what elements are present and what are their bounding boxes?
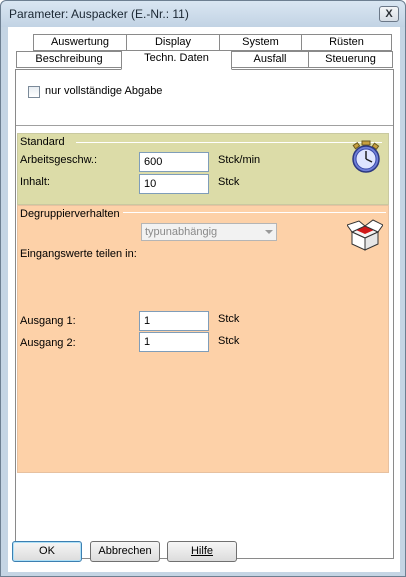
tab-display[interactable]: Display — [126, 34, 220, 51]
tab-label: Ausfall — [253, 53, 287, 65]
tab-label: Rüsten — [329, 36, 364, 48]
tab-label: System — [242, 36, 279, 48]
tab-ruesten[interactable]: Rüsten — [301, 34, 392, 51]
arbeitsgeschw-input[interactable]: 600 — [139, 152, 209, 172]
ausgang1-unit: Stck — [218, 313, 240, 325]
arbeitsgeschw-unit: Stck/min — [218, 154, 261, 166]
arbeitsgeschw-label: Arbeitsgeschw.: — [20, 154, 98, 166]
open-box-icon — [347, 219, 383, 251]
eingangswerte-label: Eingangswerte teilen in: — [20, 248, 137, 260]
ausgang2-input[interactable]: 1 — [139, 332, 209, 352]
nur-vollstaendige-abgabe-checkbox[interactable] — [28, 86, 40, 98]
tab-label: Steuerung — [325, 53, 376, 65]
group-degruppierverhalten: Degruppierverhalten Eingangswerte teilen… — [17, 205, 389, 473]
group-standard-title: Standard — [20, 136, 65, 148]
close-button[interactable]: X — [379, 6, 399, 22]
ausgang2-unit: Stck — [218, 335, 240, 347]
dialog-client-area: Auswertung Display System Rüsten Beschre… — [8, 27, 400, 572]
degruppier-mode-select[interactable]: typunabhängig — [141, 223, 277, 241]
dialog-window: Parameter: Auspacker (E.-Nr.: 11) X Ausw… — [0, 0, 406, 577]
divider — [16, 125, 393, 127]
tab-label: Techn. Daten — [144, 52, 209, 64]
hilfe-button-label: Hilfe — [190, 545, 213, 557]
tab-beschreibung[interactable]: Beschreibung — [16, 51, 122, 68]
ok-button[interactable]: OK — [12, 541, 82, 562]
tab-label: Display — [154, 36, 192, 48]
window-title: Parameter: Auspacker (E.-Nr.: 11) — [9, 7, 189, 21]
ausgang2-label: Ausgang 2: — [20, 337, 76, 349]
tab-techn-daten[interactable]: Techn. Daten — [121, 50, 232, 70]
inhalt-input[interactable]: 10 — [139, 174, 209, 194]
tab-ausfall[interactable]: Ausfall — [231, 51, 309, 68]
close-icon: X — [385, 8, 393, 20]
degruppier-mode-value: typunabhängig — [145, 226, 218, 238]
hilfe-button[interactable]: Hilfe — [167, 541, 237, 562]
inhalt-label: Inhalt: — [20, 176, 50, 188]
ausgang1-label: Ausgang 1: — [20, 315, 76, 327]
ausgang1-input[interactable]: 1 — [139, 311, 209, 331]
group-degruppierverhalten-title: Degruppierverhalten — [20, 208, 123, 220]
group-frame-line — [76, 142, 382, 143]
stopwatch-icon — [352, 140, 380, 173]
group-standard: Standard Arbeitsgeschw.: 600 Stck/min In… — [17, 133, 389, 205]
inhalt-unit: Stck — [218, 176, 240, 188]
abbrechen-button[interactable]: Abbrechen — [90, 541, 160, 562]
tab-auswertung[interactable]: Auswertung — [33, 34, 127, 51]
tab-steuerung[interactable]: Steuerung — [308, 51, 393, 68]
title-bar[interactable]: Parameter: Auspacker (E.-Nr.: 11) X — [1, 1, 405, 27]
tab-label: Auswertung — [50, 36, 110, 48]
nur-vollstaendige-abgabe-label[interactable]: nur vollständige Abgabe — [45, 85, 162, 97]
tab-system[interactable]: System — [219, 34, 302, 51]
tab-label: Beschreibung — [35, 53, 103, 65]
chevron-down-icon — [265, 230, 273, 234]
